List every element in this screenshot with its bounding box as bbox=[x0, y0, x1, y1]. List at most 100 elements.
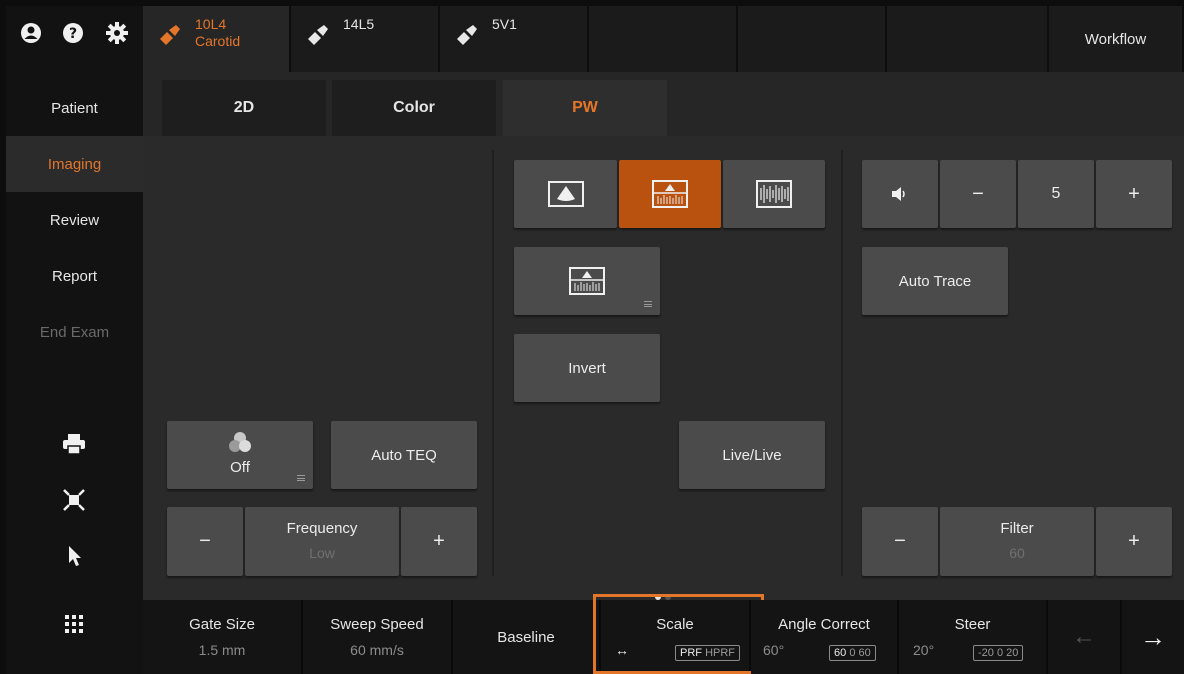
gate-size-value: 1.5 mm bbox=[198, 642, 246, 658]
filter-label: Filter bbox=[1000, 520, 1034, 537]
workflow-button[interactable]: Workflow bbox=[1049, 6, 1184, 72]
nav-report[interactable]: Report bbox=[6, 248, 143, 304]
nav-imaging[interactable]: Imaging bbox=[6, 136, 143, 192]
probe-icon bbox=[308, 25, 328, 45]
gate-size-label: Gate Size bbox=[189, 616, 255, 633]
column-divider bbox=[492, 150, 494, 576]
arrow-right-icon: → bbox=[1140, 621, 1166, 652]
gear-icon[interactable] bbox=[104, 20, 130, 46]
tab-label: PW bbox=[572, 99, 598, 116]
fullscreen-icon[interactable] bbox=[56, 482, 92, 518]
image-only-icon bbox=[547, 181, 584, 207]
nav-label: Review bbox=[49, 211, 100, 229]
volume-value: 5 bbox=[1018, 160, 1094, 228]
nav-label: End Exam bbox=[39, 323, 110, 341]
nav-review[interactable]: Review bbox=[6, 192, 143, 248]
next-page-button[interactable]: → bbox=[1122, 600, 1184, 674]
teq-button[interactable]: Off bbox=[167, 421, 313, 489]
angle-correct-value: 60° bbox=[763, 642, 785, 658]
auto-trace-button[interactable]: Auto Trace bbox=[862, 247, 1008, 315]
steer-label: Steer bbox=[954, 616, 991, 633]
menu-icon bbox=[297, 475, 305, 481]
nav-label: Patient bbox=[51, 99, 98, 117]
nav-patient[interactable]: Patient bbox=[6, 80, 143, 136]
arrow-left-icon: ← bbox=[1072, 623, 1096, 650]
filter-minus-button[interactable]: − bbox=[862, 507, 938, 576]
frequency-minus-button[interactable]: − bbox=[167, 507, 243, 576]
workflow-label: Workflow bbox=[1084, 30, 1147, 48]
prev-page-button[interactable]: ← bbox=[1048, 600, 1122, 674]
plus-icon: + bbox=[1128, 182, 1140, 205]
layout-format-button[interactable] bbox=[514, 247, 660, 315]
pointer-icon[interactable] bbox=[56, 538, 92, 574]
display-spectral-only-button[interactable] bbox=[723, 160, 825, 228]
minus-icon: − bbox=[199, 530, 211, 552]
probe-name: 10L4 bbox=[195, 16, 227, 32]
angle-correct-label: Angle Correct bbox=[778, 616, 870, 633]
gate-size-control[interactable]: Gate Size 1.5 mm bbox=[143, 600, 303, 674]
teq-state: Off bbox=[230, 459, 250, 476]
live-live-button[interactable]: Live/Live bbox=[679, 421, 825, 489]
steer-range: -20 0 20 bbox=[973, 643, 1024, 661]
plus-icon: + bbox=[433, 530, 445, 552]
filter-value: 60 bbox=[1009, 545, 1025, 561]
scale-focus-highlight bbox=[593, 594, 764, 674]
display-2d-only-button[interactable] bbox=[514, 160, 617, 228]
volume-level: 5 bbox=[1051, 185, 1061, 202]
tab-pw[interactable]: PW bbox=[503, 80, 667, 136]
probe-icon bbox=[160, 25, 180, 45]
sweep-speed-label: Sweep Speed bbox=[330, 616, 424, 633]
probe-14l5[interactable]: 14L5 bbox=[291, 6, 440, 72]
nav-label: Report bbox=[51, 267, 98, 285]
baseline-label: Baseline bbox=[497, 629, 555, 646]
probe-slot-empty bbox=[887, 6, 1049, 72]
angle-correct-control[interactable]: Angle Correct 60° 60 0 60 bbox=[751, 600, 899, 674]
minus-icon: − bbox=[972, 182, 984, 205]
volume-plus-button[interactable]: + bbox=[1096, 160, 1172, 228]
volume-minus-button[interactable]: − bbox=[940, 160, 1016, 228]
auto-teq-label: Auto TEQ bbox=[371, 446, 437, 464]
frequency-value: Low bbox=[309, 545, 335, 561]
filter-control[interactable]: Filter 60 bbox=[940, 507, 1094, 576]
grid-menu-icon[interactable] bbox=[56, 606, 92, 642]
minus-icon: − bbox=[894, 530, 906, 552]
baseline-control[interactable]: Baseline bbox=[453, 600, 601, 674]
nav-end-exam[interactable]: End Exam bbox=[6, 304, 143, 360]
svg-text:?: ? bbox=[69, 26, 77, 42]
help-icon[interactable]: ? bbox=[60, 20, 86, 46]
live-live-label: Live/Live bbox=[722, 446, 782, 464]
angle-correct-range: 60 0 60 bbox=[829, 643, 876, 661]
teq-icon bbox=[229, 432, 251, 452]
auto-teq-button[interactable]: Auto TEQ bbox=[331, 421, 477, 489]
tab-label: Color bbox=[393, 99, 435, 116]
steer-value: 20° bbox=[913, 642, 935, 658]
filter-plus-button[interactable]: + bbox=[1096, 507, 1172, 576]
tab-color[interactable]: Color bbox=[332, 80, 496, 136]
steer-opt: 0 bbox=[996, 647, 1004, 659]
frequency-control[interactable]: Frequency Low bbox=[245, 507, 399, 576]
volume-button[interactable] bbox=[862, 160, 938, 228]
tab-label: 2D bbox=[233, 99, 255, 116]
tab-2d[interactable]: 2D bbox=[162, 80, 326, 136]
steer-control[interactable]: Steer 20° -20 0 20 bbox=[899, 600, 1048, 674]
probe-name: 14L5 bbox=[343, 16, 375, 32]
probe-5v1[interactable]: 5V1 bbox=[440, 6, 589, 72]
probe-name: 5V1 bbox=[492, 16, 517, 32]
invert-button[interactable]: Invert bbox=[514, 334, 660, 402]
column-divider bbox=[841, 150, 843, 576]
probe-10l4[interactable]: 10L4 Carotid bbox=[143, 6, 291, 72]
auto-trace-label: Auto Trace bbox=[898, 272, 972, 290]
probe-slot-empty bbox=[738, 6, 887, 72]
probe-slot-empty bbox=[589, 6, 738, 72]
printer-icon[interactable] bbox=[56, 426, 92, 462]
sweep-speed-control[interactable]: Sweep Speed 60 mm/s bbox=[303, 600, 453, 674]
frequency-plus-button[interactable]: + bbox=[401, 507, 477, 576]
display-duplex-button[interactable] bbox=[619, 160, 721, 228]
duplex-layout-icon bbox=[569, 267, 605, 295]
sweep-speed-value: 60 mm/s bbox=[350, 642, 404, 658]
nav-label: Imaging bbox=[47, 155, 102, 173]
user-icon[interactable] bbox=[18, 20, 44, 46]
angle-range: 0 60 bbox=[849, 647, 871, 659]
frequency-label: Frequency bbox=[286, 520, 358, 537]
probe-preset: Carotid bbox=[195, 33, 241, 49]
